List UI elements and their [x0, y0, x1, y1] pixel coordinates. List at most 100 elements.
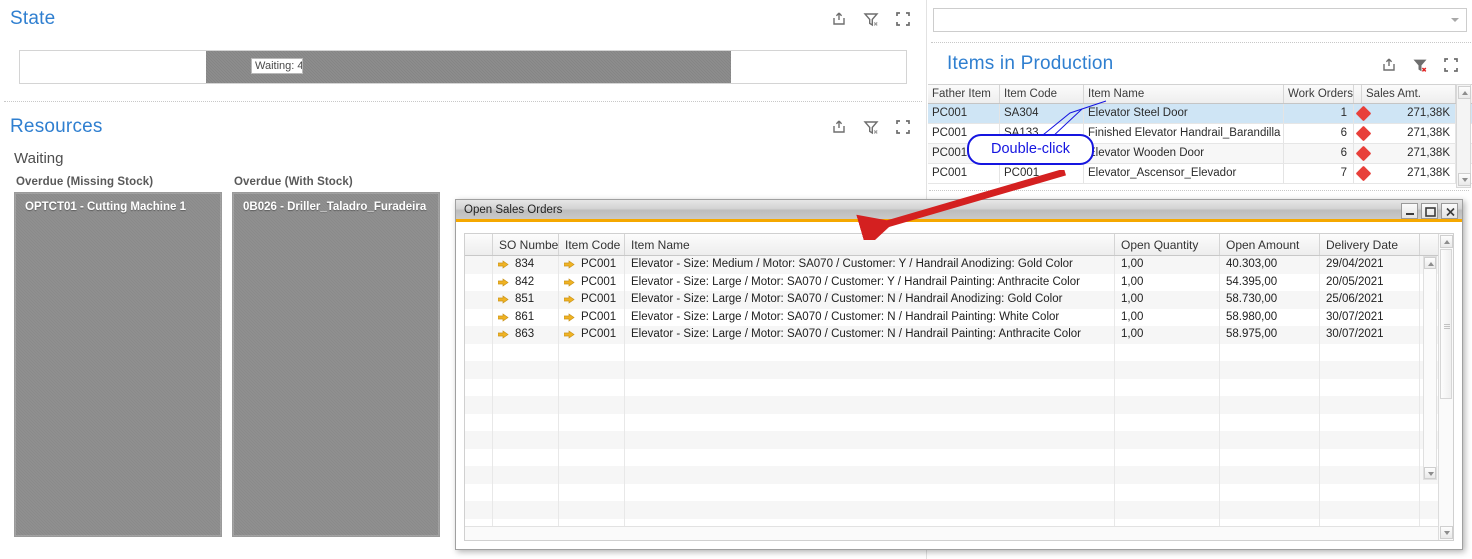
- cell-empty: [465, 379, 493, 397]
- cell-empty: [465, 449, 493, 467]
- cell-delivery-date: 30/07/2021: [1320, 326, 1420, 344]
- cell-item-code: PC001: [559, 274, 625, 292]
- table-row[interactable]: 863PC001Elevator - Size: Large / Motor: …: [465, 326, 1453, 344]
- cell-empty: [1115, 449, 1220, 467]
- scroll-down-icon[interactable]: [1458, 173, 1471, 186]
- fullscreen-icon[interactable]: [894, 118, 912, 136]
- cell-empty: [1320, 449, 1420, 467]
- cell-so-number: 834: [493, 256, 559, 274]
- cell-item-name: Elevator - Size: Large / Motor: SA070 / …: [625, 291, 1115, 309]
- items-grid-scrollbar[interactable]: [1456, 84, 1471, 188]
- export-icon[interactable]: [1380, 56, 1398, 74]
- filter-clear-icon[interactable]: [1411, 56, 1429, 74]
- column-header-open-quantity[interactable]: Open Quantity: [1115, 234, 1220, 255]
- maximize-button[interactable]: [1421, 203, 1438, 219]
- fullscreen-icon[interactable]: [1442, 56, 1460, 74]
- scroll-down-icon[interactable]: [1440, 526, 1453, 539]
- resources-panel-toolbar: [830, 118, 912, 136]
- cell-empty: [1320, 466, 1420, 484]
- resource-card-label: 0B026 - Driller_Taladro_Furadeira: [233, 193, 439, 213]
- cell-empty: [1320, 396, 1420, 414]
- column-header-so-number[interactable]: SO Number: [493, 234, 559, 255]
- minimize-button[interactable]: [1401, 203, 1418, 219]
- cell-open-amount: 54.395,00: [1220, 274, 1320, 292]
- cell-empty: [625, 501, 1115, 519]
- cell-item-name: Elevator Wooden Door: [1084, 144, 1284, 163]
- grid-horizontal-scrollbar[interactable]: [465, 526, 1438, 540]
- state-panel-title: State: [0, 8, 55, 30]
- sales-orders-rows: 834PC001Elevator - Size: Medium / Motor:…: [465, 256, 1453, 536]
- cell-open-amount: 40.303,00: [1220, 256, 1320, 274]
- column-header-item-name[interactable]: Item Name: [1084, 85, 1284, 103]
- close-button[interactable]: [1441, 203, 1458, 219]
- row-arrow-icon: [498, 330, 509, 339]
- column-header-delivery-date[interactable]: Delivery Date: [1320, 234, 1420, 255]
- cell-open-quantity: 1,00: [1115, 309, 1220, 327]
- table-row[interactable]: 861PC001Elevator - Size: Large / Motor: …: [465, 309, 1453, 327]
- grid-inner-scrollbar[interactable]: [1423, 256, 1437, 480]
- cell-empty: [465, 361, 493, 379]
- cell-item-code: PC001: [559, 256, 625, 274]
- cell-empty: [1115, 501, 1220, 519]
- fullscreen-icon[interactable]: [894, 10, 912, 28]
- table-row[interactable]: 834PC001Elevator - Size: Medium / Motor:…: [465, 256, 1453, 274]
- column-header-sales-amt[interactable]: Sales Amt.: [1362, 85, 1456, 103]
- resource-column-header: Overdue (With Stock): [232, 174, 440, 192]
- cell-open-quantity: 1,00: [1115, 256, 1220, 274]
- table-row-empty: [465, 466, 1453, 484]
- cell-empty: [465, 344, 493, 362]
- cell-open-amount: 58.980,00: [1220, 309, 1320, 327]
- state-chart[interactable]: [19, 50, 907, 84]
- scroll-up-icon[interactable]: [1440, 235, 1453, 248]
- cell-empty: [493, 466, 559, 484]
- resources-subheading: Waiting: [14, 150, 63, 167]
- cell-empty: [1115, 484, 1220, 502]
- red-pointer-arrow: [850, 170, 1070, 240]
- column-header-open-amount[interactable]: Open Amount: [1220, 234, 1320, 255]
- filter-combo[interactable]: [933, 8, 1467, 32]
- table-row-empty: [465, 431, 1453, 449]
- cell-item-name: Elevator Steel Door: [1084, 104, 1284, 123]
- scroll-down-icon[interactable]: [1424, 467, 1436, 479]
- cell-work-orders: 6: [1284, 144, 1354, 163]
- cell-empty: [625, 431, 1115, 449]
- cell-empty: [1220, 344, 1320, 362]
- row-arrow-icon: [498, 278, 509, 287]
- filter-clear-icon[interactable]: [862, 10, 880, 28]
- cell-empty: [625, 396, 1115, 414]
- cell-item-code: PC001: [559, 309, 625, 327]
- cell-empty: [559, 501, 625, 519]
- export-icon[interactable]: [830, 118, 848, 136]
- scroll-up-icon[interactable]: [1458, 86, 1471, 99]
- table-row[interactable]: 851PC001Elevator - Size: Large / Motor: …: [465, 291, 1453, 309]
- cell-so-number: 851: [493, 291, 559, 309]
- cell-empty: [559, 449, 625, 467]
- cell-item-name: Elevator - Size: Medium / Motor: SA070 /…: [625, 256, 1115, 274]
- cell-work-orders: 1: [1284, 104, 1354, 123]
- filter-clear-icon[interactable]: [862, 118, 880, 136]
- row-arrow-icon: [498, 260, 509, 269]
- cell-empty: [559, 484, 625, 502]
- status-diamond-icon: [1354, 104, 1378, 123]
- open-sales-orders-dialog[interactable]: Open Sales Orders SO Number Item Code: [455, 199, 1463, 550]
- table-row[interactable]: 842PC001Elevator - Size: Large / Motor: …: [465, 274, 1453, 292]
- state-bar-value-label: Waiting: 4: [251, 58, 303, 74]
- scrollbar-thumb[interactable]: [1440, 249, 1452, 399]
- cell-empty: [1115, 344, 1220, 362]
- cell-item-name: Elevator - Size: Large / Motor: SA070 / …: [625, 274, 1115, 292]
- column-header-work-orders[interactable]: Work Orders: [1284, 85, 1354, 103]
- resource-card[interactable]: OPTCT01 - Cutting Machine 1: [14, 192, 222, 537]
- cell-item-name: Elevator_Ascensor_Elevador: [1084, 164, 1284, 183]
- cell-empty: [625, 449, 1115, 467]
- export-icon[interactable]: [830, 10, 848, 28]
- row-arrow-icon: [498, 313, 509, 322]
- scroll-up-icon[interactable]: [1424, 257, 1436, 269]
- cell-empty: [465, 466, 493, 484]
- row-arrow-icon: [564, 295, 575, 304]
- cell-delivery-date: 30/07/2021: [1320, 309, 1420, 327]
- resource-card[interactable]: 0B026 - Driller_Taladro_Furadeira: [232, 192, 440, 537]
- column-header-item-code[interactable]: Item Code: [559, 234, 625, 255]
- chevron-down-icon[interactable]: [1451, 18, 1459, 22]
- grid-outer-scrollbar[interactable]: [1438, 234, 1453, 540]
- cell-empty: [1115, 431, 1220, 449]
